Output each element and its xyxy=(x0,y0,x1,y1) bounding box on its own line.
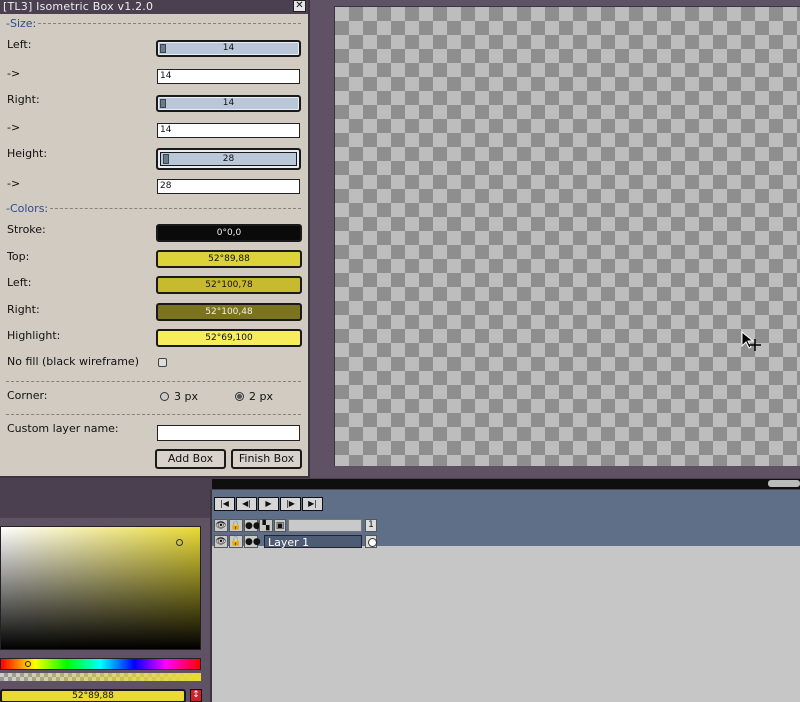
right-color-button[interactable]: 52°100,48 xyxy=(156,303,302,321)
play-button[interactable]: ▶ xyxy=(258,497,279,511)
layer-mode-icon[interactable]: ▣ xyxy=(274,519,286,532)
stroke-label: Stroke: xyxy=(7,223,46,236)
hue-slider-cursor[interactable] xyxy=(25,661,31,667)
move-cursor-icon xyxy=(741,330,761,351)
isometric-box-dialog: [TL3] Isometric Box v1.2.0 ✕ -Size: Left… xyxy=(0,0,310,478)
next-frame-button[interactable]: |▶ xyxy=(280,497,301,511)
dialog-title: [TL3] Isometric Box v1.2.0 xyxy=(3,0,154,13)
scrollbar-thumb[interactable] xyxy=(768,480,800,487)
corner-2px-radio[interactable]: 2 px xyxy=(235,390,273,403)
timeline-panel: |◀ ◀| ▶ |▶ ▶| 👁 🔒 ●● ▚ ▣ 1 👁 🔓 ●● Layer … xyxy=(210,490,800,702)
timeline-layer-area: 👁 🔒 ●● ▚ ▣ 1 👁 🔓 ●● Layer 1 xyxy=(212,516,800,549)
height-input[interactable]: 28 xyxy=(157,179,300,194)
close-button[interactable]: ✕ xyxy=(293,0,306,12)
separator xyxy=(6,414,301,415)
corner-2px-radio-dot[interactable] xyxy=(235,392,244,401)
layer-name[interactable]: Layer 1 xyxy=(264,535,362,549)
right-size-input[interactable]: 14 xyxy=(157,123,300,138)
colors-section-header: -Colors: xyxy=(6,202,301,215)
add-box-button[interactable]: Add Box xyxy=(155,449,226,469)
left-size-slider-value: 14 xyxy=(222,43,235,53)
visibility-header-icon[interactable]: 👁 xyxy=(214,519,228,532)
corner-label: Corner: xyxy=(7,389,48,402)
left-size-slider[interactable]: 14 xyxy=(156,40,301,57)
layer-lock-icon[interactable]: 🔓 xyxy=(229,535,243,548)
cel-frame-1[interactable] xyxy=(365,535,377,548)
link-cels-icon[interactable]: ▚ xyxy=(259,519,273,532)
canvas-area xyxy=(310,0,800,478)
size-section-label: -Size: xyxy=(6,17,37,30)
color-picker-panel: 52°89,88 ↕ xyxy=(0,490,210,702)
right-size-label: Right: xyxy=(7,93,40,106)
stroke-color-button[interactable]: 0°0,0 xyxy=(156,224,302,242)
color-swap-icon[interactable]: ↕ xyxy=(190,689,202,702)
color-panel-header xyxy=(0,490,210,518)
timeline-toolbar: |◀ ◀| ▶ |▶ ▶| xyxy=(212,490,800,516)
highlight-color-button[interactable]: 52°69,100 xyxy=(156,329,302,347)
canvas-horizontal-scrollbar[interactable] xyxy=(212,479,800,489)
top-color-label: Top: xyxy=(7,250,30,263)
sv-picker-cursor[interactable] xyxy=(176,539,183,546)
lock-header-icon[interactable]: 🔒 xyxy=(229,519,243,532)
alpha-slider[interactable] xyxy=(0,673,201,681)
colors-section-label: -Colors: xyxy=(6,202,49,215)
dialog-titlebar[interactable]: [TL3] Isometric Box v1.2.0 ✕ xyxy=(0,0,308,14)
no-fill-checkbox[interactable] xyxy=(158,358,167,367)
frame-number[interactable]: 1 xyxy=(365,519,377,532)
previous-frame-button[interactable]: ◀| xyxy=(236,497,257,511)
corner-3px-radio-dot[interactable] xyxy=(160,392,169,401)
layer-continuous-icon[interactable]: ●● xyxy=(244,535,261,548)
left-color-button[interactable]: 52°100,78 xyxy=(156,276,302,294)
corner-3px-radio[interactable]: 3 px xyxy=(160,390,198,403)
no-fill-label: No fill (black wireframe) xyxy=(7,355,139,368)
separator xyxy=(6,381,301,382)
onion-skin-icon[interactable]: ●● xyxy=(244,519,261,532)
custom-layer-name-label: Custom layer name: xyxy=(7,422,119,435)
right-arrow-label: -> xyxy=(7,121,21,134)
top-color-button[interactable]: 52°89,88 xyxy=(156,250,302,268)
sprite-canvas[interactable] xyxy=(334,6,800,466)
layer-visibility-icon[interactable]: 👁 xyxy=(214,535,228,548)
right-size-slider[interactable]: 14 xyxy=(156,95,301,112)
left-arrow-label: -> xyxy=(7,67,21,80)
custom-layer-name-input[interactable] xyxy=(157,425,300,441)
right-color-label: Right: xyxy=(7,303,40,316)
height-label: Height: xyxy=(7,147,48,160)
frame-header-spacer xyxy=(288,519,362,532)
finish-box-button[interactable]: Finish Box xyxy=(231,449,302,469)
right-size-slider-value: 14 xyxy=(222,98,235,108)
corner-3px-label: 3 px xyxy=(174,390,198,403)
height-arrow-label: -> xyxy=(7,177,21,190)
size-section-header: -Size: xyxy=(6,17,301,30)
left-size-label: Left: xyxy=(7,38,32,51)
height-slider[interactable]: 28 xyxy=(156,148,301,170)
saturation-value-picker[interactable] xyxy=(0,526,201,650)
left-size-input[interactable]: 14 xyxy=(157,69,300,84)
height-slider-value: 28 xyxy=(222,154,235,164)
last-frame-button[interactable]: ▶| xyxy=(302,497,323,511)
left-color-label: Left: xyxy=(7,276,32,289)
highlight-color-label: Highlight: xyxy=(7,329,61,342)
first-frame-button[interactable]: |◀ xyxy=(214,497,235,511)
current-color-value[interactable]: 52°89,88 xyxy=(0,689,186,702)
corner-2px-label: 2 px xyxy=(249,390,273,403)
